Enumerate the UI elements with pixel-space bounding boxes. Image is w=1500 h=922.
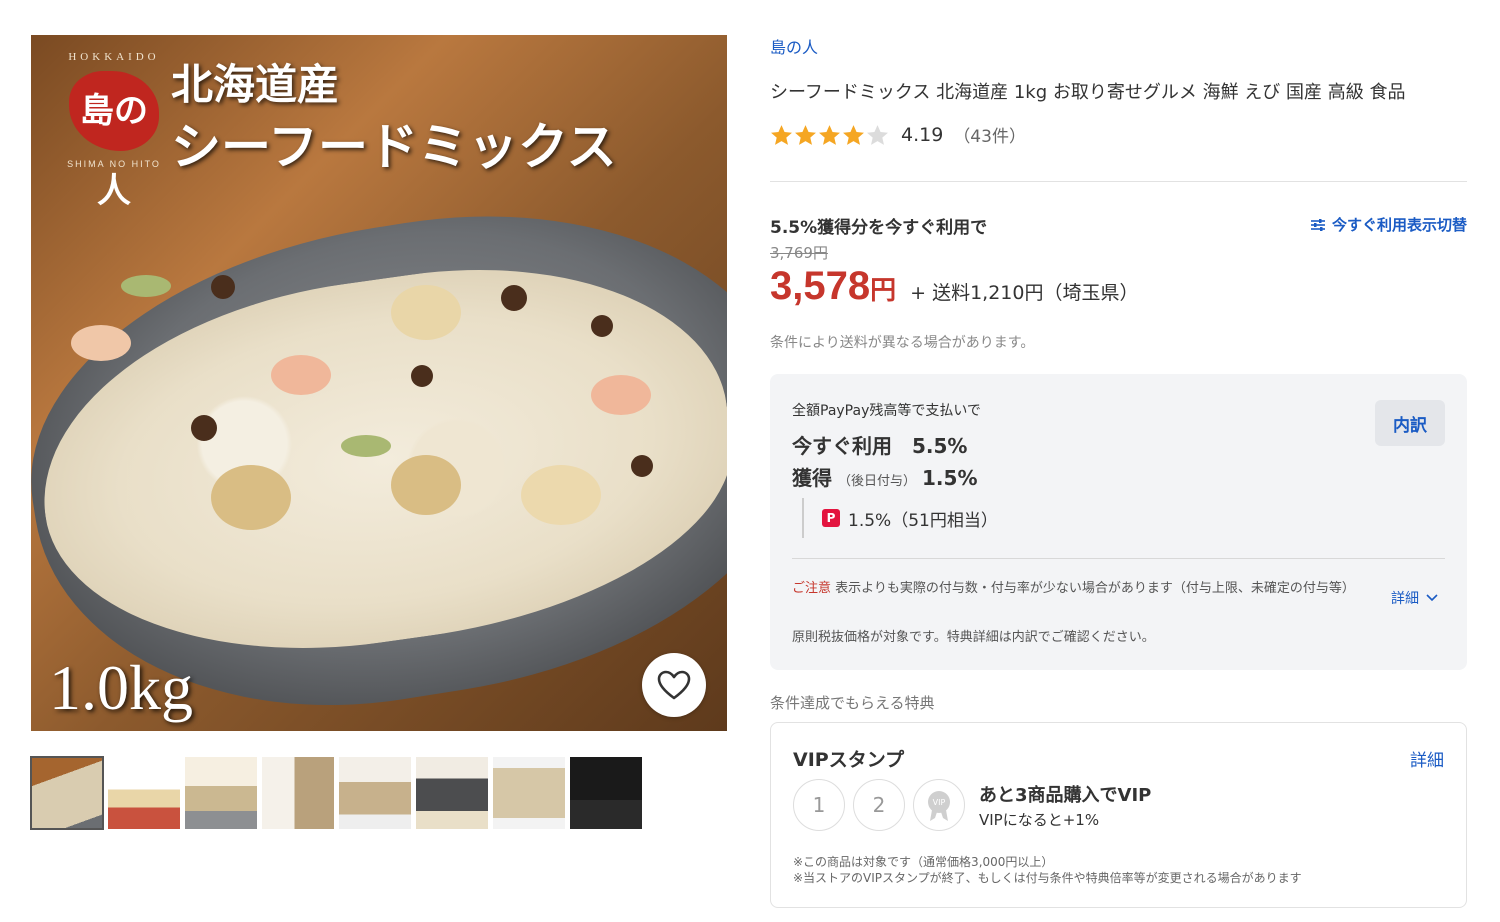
stamp-2: 2 bbox=[853, 779, 905, 831]
svg-text:VIP: VIP bbox=[933, 798, 946, 807]
breakdown-button[interactable]: 内訳 bbox=[1375, 400, 1445, 446]
chevron-down-icon bbox=[1426, 594, 1438, 602]
mushroom-topping bbox=[501, 285, 527, 311]
main-product-image[interactable]: HOKKAIDO 島の人 SHIMA NO HITO 北海道産 シーフードミック… bbox=[31, 35, 727, 731]
product-title: シーフードミックス 北海道産 1kg お取り寄せグルメ 海鮮 えび 国産 高級 … bbox=[770, 82, 1406, 103]
caution-details-link[interactable]: 詳細 bbox=[1391, 588, 1439, 608]
divider bbox=[770, 181, 1467, 182]
use-now-toggle-label: 今すぐ利用表示切替 bbox=[1331, 216, 1467, 234]
mushroom-topping bbox=[631, 455, 653, 477]
vip-benefit-text: VIPになると+1% bbox=[979, 811, 1100, 829]
thumbnail-strip bbox=[30, 756, 642, 830]
image-title-line2: シーフードミックス bbox=[171, 117, 617, 176]
star-filled-icon bbox=[795, 124, 816, 145]
use-now-toggle-link[interactable]: 今すぐ利用表示切替 bbox=[1310, 214, 1467, 235]
settings-sliders-icon bbox=[1310, 218, 1325, 231]
star-filled-icon bbox=[843, 124, 864, 145]
paypay-earn-value: 1.5%（51円相当） bbox=[848, 510, 998, 531]
paypay-earn-row: P 1.5%（51円相当） bbox=[802, 498, 998, 538]
scallop-topping bbox=[391, 285, 461, 340]
favorite-button[interactable] bbox=[642, 653, 706, 717]
scallop-topping bbox=[521, 465, 601, 525]
scallop-topping bbox=[391, 455, 461, 515]
price-row: 3,578 円 + 送料1,210円（埼玉県） bbox=[770, 264, 1138, 309]
scallop-topping bbox=[211, 465, 291, 530]
thumbnail-7[interactable] bbox=[493, 757, 565, 829]
vip-medal-icon: VIP bbox=[928, 791, 950, 821]
brand-logo: HOKKAIDO 島の人 SHIMA NO HITO bbox=[49, 51, 179, 211]
vip-badge-stamp: VIP bbox=[913, 779, 965, 831]
stamp-1: 1 bbox=[793, 779, 845, 831]
use-now-label: 5.5%獲得分を今すぐ利用で bbox=[770, 218, 988, 238]
bonus-section-label: 条件達成でもらえる特典 bbox=[770, 694, 935, 712]
earn-rate-row: 獲得 （後日付与） 1.5% bbox=[792, 462, 977, 491]
price-unit: 円 bbox=[870, 276, 897, 306]
store-link[interactable]: 島の人 bbox=[770, 34, 818, 58]
review-count-link[interactable]: （43件） bbox=[953, 122, 1026, 147]
shrimp-topping bbox=[591, 375, 651, 415]
thumbnail-5[interactable] bbox=[339, 757, 411, 829]
rating-row[interactable]: 4.19 （43件） bbox=[770, 122, 1026, 147]
price-value: 3,578 bbox=[770, 264, 871, 308]
caution-note: ご注意 表示よりも実際の付与数・付与率が少ない場合があります（付与上限、未確定の… bbox=[792, 580, 1372, 597]
rating-stars bbox=[770, 124, 889, 146]
star-empty-icon bbox=[867, 124, 888, 145]
vip-stamp-title: VIPスタンプ bbox=[793, 749, 905, 771]
thumbnail-6[interactable] bbox=[416, 757, 488, 829]
tax-note: 原則税抜価格が対象です。特典詳細は内訳でご確認ください。 bbox=[792, 630, 1155, 645]
use-now-rate: 今すぐ利用 5.5% bbox=[792, 434, 968, 458]
mushroom-topping bbox=[191, 415, 217, 441]
image-title-line1: 北海道産 bbox=[171, 60, 340, 109]
asparagus-topping bbox=[341, 435, 391, 457]
thumbnail-1[interactable] bbox=[30, 756, 104, 830]
vip-stamps: 1 2 VIP bbox=[793, 779, 965, 831]
brand-seal: 島の人 bbox=[69, 71, 159, 211]
mushroom-topping bbox=[411, 365, 433, 387]
asparagus-topping bbox=[121, 275, 171, 297]
original-price: 3,769円 bbox=[770, 244, 828, 262]
thumbnail-3[interactable] bbox=[185, 757, 257, 829]
caution-label: ご注意 bbox=[792, 581, 832, 596]
vip-note-1: ※この商品は対象です（通常価格3,000円以上） bbox=[793, 855, 1054, 869]
divider bbox=[792, 558, 1445, 559]
earn-value: 1.5% bbox=[922, 466, 978, 490]
shipping-fee[interactable]: + 送料1,210円（埼玉県） bbox=[910, 278, 1138, 305]
shrimp-topping bbox=[271, 355, 331, 395]
mushroom-topping bbox=[591, 315, 613, 337]
star-filled-icon bbox=[771, 124, 792, 145]
vip-note-2: ※当ストアのVIPスタンプが終了、もしくは付与条件や特典倍率等が変更される場合が… bbox=[793, 871, 1302, 885]
star-filled-icon bbox=[819, 124, 840, 145]
thumbnail-4[interactable] bbox=[262, 757, 334, 829]
earn-label: 獲得 bbox=[792, 466, 832, 490]
paypay-label: 全額PayPay残高等で支払いで bbox=[792, 403, 981, 419]
thumbnail-8[interactable] bbox=[570, 757, 642, 829]
brand-shima-text: SHIMA NO HITO bbox=[67, 159, 161, 169]
rating-value: 4.19 bbox=[901, 123, 944, 146]
brand-hokkaido-text: HOKKAIDO bbox=[68, 51, 160, 63]
image-weight-text: 1.0kg bbox=[49, 652, 193, 723]
vip-progress-text: あと3商品購入でVIP bbox=[979, 785, 1152, 806]
earn-note: （後日付与） bbox=[838, 474, 917, 489]
paypay-points-box: 全額PayPay残高等で支払いで 今すぐ利用 5.5% 獲得 （後日付与） 1.5%… bbox=[770, 374, 1467, 670]
caution-details-label: 詳細 bbox=[1391, 591, 1419, 607]
shrimp-topping bbox=[71, 325, 131, 361]
shipping-note: 条件により送料が異なる場合があります。 bbox=[770, 335, 1035, 351]
mushroom-topping bbox=[211, 275, 235, 299]
paypay-icon: P bbox=[822, 509, 840, 527]
heart-icon bbox=[657, 670, 691, 700]
caution-text: 表示よりも実際の付与数・付与率が少ない場合があります（付与上限、未確定の付与等） bbox=[835, 581, 1355, 596]
vip-stamp-box: VIPスタンプ 詳細 1 2 VIP あと3商品購入でVIP VIPになると+1… bbox=[770, 722, 1467, 908]
vip-details-link[interactable]: 詳細 bbox=[1410, 746, 1444, 771]
thumbnail-2[interactable] bbox=[108, 757, 180, 829]
